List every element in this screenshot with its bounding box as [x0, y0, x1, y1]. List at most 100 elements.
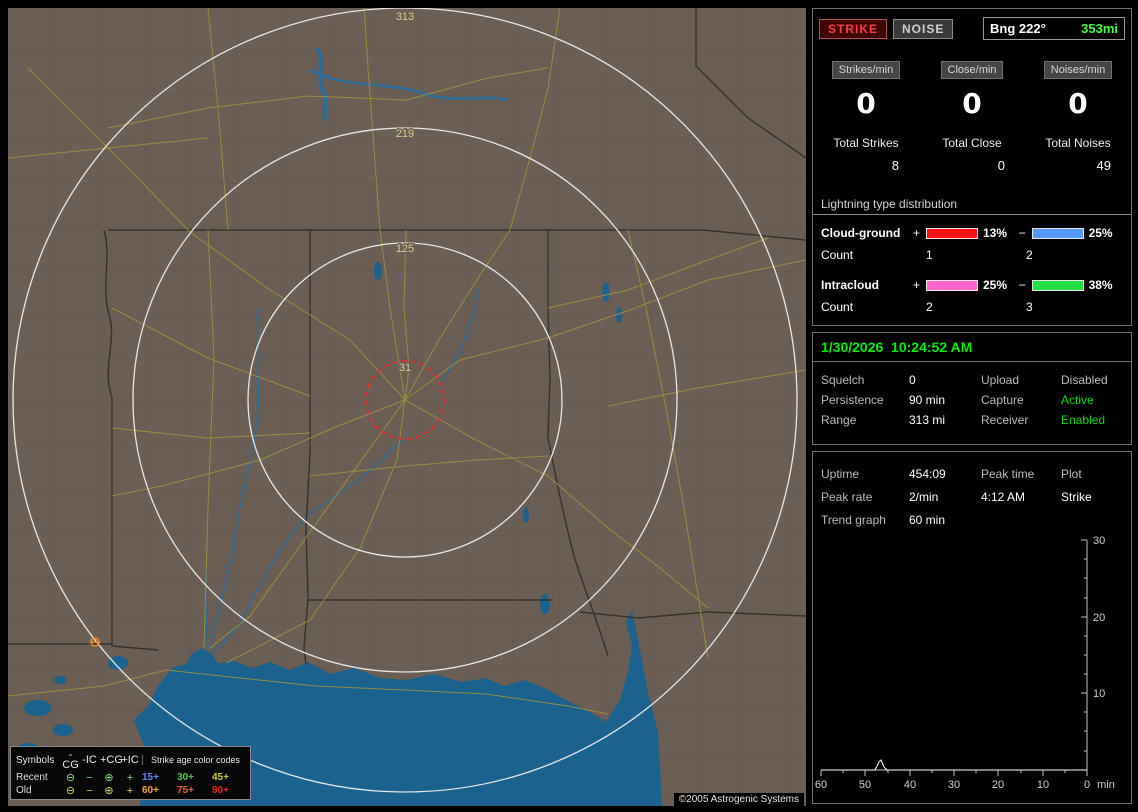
cg-plus-pct: 13% — [982, 226, 1007, 240]
old-pos-cg-icon: ⊕ — [104, 784, 114, 797]
peak-rate-label: Peak rate — [821, 489, 873, 504]
close-per-min-value: 0 — [962, 87, 982, 120]
upload-label: Upload — [981, 373, 1020, 387]
noises-per-min-button[interactable]: Noises/min — [1043, 61, 1113, 79]
svg-text:10: 10 — [1037, 779, 1049, 791]
settings-row-range: Range 313 mi Receiver Enabled — [821, 410, 1123, 430]
strikes-per-min-button[interactable]: Strikes/min — [831, 61, 901, 79]
bearing-label: Bng 222° — [990, 21, 1046, 36]
settings-row-persistence: Persistence 90 min Capture Active — [821, 390, 1123, 410]
bearing-readout: Bng 222° 353mi — [983, 17, 1125, 40]
status-graph-panel: Uptime 454:09 Peak time Plot Peak rate 2… — [812, 451, 1132, 804]
capture-status: Active — [1061, 393, 1094, 407]
svg-text:30: 30 — [948, 779, 960, 791]
peak-rate-value: 2/min — [909, 489, 939, 504]
persistence-value: 90 min — [909, 393, 946, 407]
svg-text:30: 30 — [1093, 535, 1105, 547]
intracloud-row: Intracloud + 25% − 38% — [813, 278, 1131, 292]
legend-recent-label: Recent — [16, 772, 48, 783]
range-label: Range — [821, 413, 857, 427]
total-strikes-col: Total Strikes 8 — [813, 136, 919, 173]
noises-per-min-col: Noises/min 0 — [1025, 60, 1131, 120]
ic-minus-count: 3 — [1026, 300, 1033, 314]
old-pos-ic-icon: + — [126, 784, 134, 797]
trend-graph: 30 20 10 60 50 40 30 20 10 0 min — [815, 535, 1115, 791]
old-neg-cg-icon: ⊖ — [65, 784, 76, 797]
intracloud-label: Intracloud — [821, 278, 880, 292]
graph-y-labels: 30 20 10 — [1093, 535, 1105, 700]
graph-x-unit: min — [1097, 779, 1115, 791]
squelch-value: 0 — [909, 373, 916, 387]
map-legend: Symbols -CG -IC +CG +IC Strike age color… — [10, 746, 251, 800]
trend-graph-label: Trend graph — [821, 512, 886, 527]
close-per-min-col: Close/min 0 — [919, 60, 1025, 120]
settings-panel: 1/30/2026 10:24:52 AM Squelch 0 Upload D… — [812, 332, 1132, 445]
ic-plus-count: 2 — [926, 300, 933, 314]
cg-minus-count: 2 — [1026, 248, 1033, 262]
total-strikes-value: 8 — [891, 158, 899, 173]
svg-text:40: 40 — [904, 779, 916, 791]
uptime-label: Uptime — [821, 466, 860, 481]
peak-time-value: 4:12 AM — [981, 489, 1026, 504]
rate-counters: Strikes/min 0 Close/min 0 Noises/min 0 — [813, 60, 1131, 120]
map-svg[interactable]: 313 219 125 31 — [8, 8, 806, 806]
map-display[interactable]: 313 219 125 31 Symbols -CG -IC +CG +IC S… — [8, 8, 806, 806]
legend-col-neg-ic: -IC — [82, 754, 97, 766]
svg-text:60: 60 — [815, 779, 827, 791]
noise-mode-button[interactable]: NOISE — [893, 18, 954, 39]
total-strikes-label: Total Strikes — [833, 136, 899, 150]
settings-row-squelch: Squelch 0 Upload Disabled — [821, 370, 1123, 390]
ic-minus-pct: 38% — [1088, 278, 1113, 292]
svg-text:0: 0 — [1084, 779, 1090, 791]
strikes-per-min-value: 0 — [856, 87, 876, 120]
recent-pos-cg-icon: ⊕ — [104, 771, 114, 784]
cloud-ground-label: Cloud-ground — [821, 226, 901, 240]
cg-minus-sign: − — [1018, 226, 1026, 240]
cg-plus-count: 1 — [926, 248, 933, 262]
noises-per-min-value: 0 — [1068, 87, 1088, 120]
trend-graph-value: 60 min — [909, 512, 946, 527]
settings-grid: Squelch 0 Upload Disabled Persistence 90… — [813, 362, 1131, 430]
total-noises-col: Total Noises 49 — [1025, 136, 1131, 173]
old-neg-ic-icon: − — [86, 784, 93, 797]
status-row-2: Peak rate 2/min 4:12 AM Strike — [821, 485, 1123, 508]
uptime-value: 454:09 — [909, 466, 946, 481]
legend-col-neg-cg: -CG — [62, 749, 79, 771]
close-per-min-button[interactable]: Close/min — [940, 61, 1004, 79]
intracloud-count-row: Count 2 3 — [813, 300, 1131, 314]
ic-minus-bar — [1031, 279, 1084, 291]
status-grid: Uptime 454:09 Peak time Plot Peak rate 2… — [813, 452, 1131, 531]
svg-text:20: 20 — [992, 779, 1004, 791]
cg-plus-sign: + — [913, 226, 921, 240]
age-60: 60+ — [142, 785, 159, 796]
total-close-label: Total Close — [942, 136, 1002, 150]
cloud-ground-count-row: Count 1 2 — [813, 248, 1131, 262]
ring-label-125: 125 — [396, 243, 414, 255]
ic-plus-pct: 25% — [982, 278, 1007, 292]
age-15: 15+ — [142, 772, 159, 783]
total-close-value: 0 — [997, 158, 1005, 173]
status-row-1: Uptime 454:09 Peak time Plot — [821, 462, 1123, 485]
cg-minus-bar — [1031, 227, 1084, 239]
legend-col-pos-ic: +IC — [121, 754, 139, 766]
ic-plus-bar — [926, 279, 978, 291]
total-noises-label: Total Noises — [1045, 136, 1111, 150]
strikes-per-min-col: Strikes/min 0 — [813, 60, 919, 120]
recent-neg-ic-icon: − — [86, 771, 93, 784]
total-close-col: Total Close 0 — [919, 136, 1025, 173]
totals-row: Total Strikes 8 Total Close 0 Total Nois… — [813, 136, 1131, 173]
age-75: 75+ — [177, 785, 194, 796]
ic-minus-sign: − — [1018, 278, 1026, 292]
plot-value: Strike — [1061, 489, 1092, 504]
recent-neg-cg-icon: ⊖ — [65, 771, 76, 784]
capture-label: Capture — [981, 393, 1024, 407]
age-90: 90+ — [212, 785, 229, 796]
strike-mode-button[interactable]: STRIKE — [819, 18, 888, 39]
datetime-display: 1/30/2026 10:24:52 AM — [813, 333, 1131, 362]
plot-label: Plot — [1061, 466, 1082, 481]
svg-text:50: 50 — [859, 779, 871, 791]
graph-x-labels: 60 50 40 30 20 10 0 min — [815, 779, 1115, 791]
strike-rate-trace — [821, 759, 1087, 771]
peak-time-label: Peak time — [981, 466, 1035, 481]
range-value: 313 mi — [909, 413, 946, 427]
